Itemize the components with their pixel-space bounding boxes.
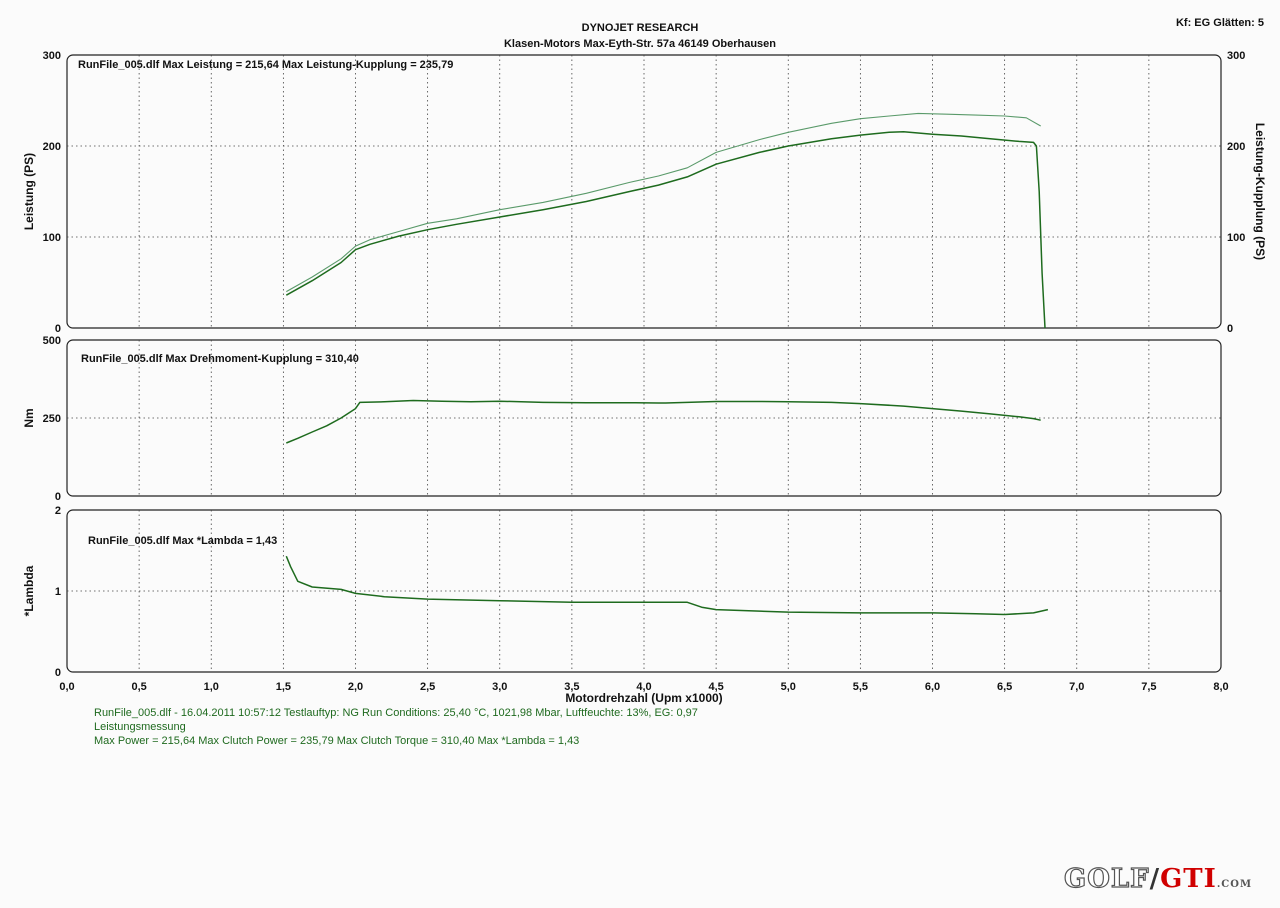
series-line-leistung-kupplung bbox=[286, 112, 1041, 293]
y-tick-label: 0 bbox=[55, 667, 61, 679]
max-value-annotation: RunFile_005.dlf Max Drehmoment-Kupplung … bbox=[81, 353, 359, 365]
x-tick-label: 7,5 bbox=[1141, 681, 1156, 693]
max-value-annotation: RunFile_005.dlf Max Leistung = 215,64 Ma… bbox=[78, 59, 453, 71]
x-tick-label: 6,5 bbox=[997, 681, 1012, 693]
run-conditions: RunFile_005.dlf - 16.04.2011 10:57:12 Te… bbox=[94, 707, 698, 719]
x-tick-label: 8,0 bbox=[1213, 681, 1228, 693]
y-right-tick-label: 200 bbox=[1227, 141, 1245, 153]
x-tick-label: 3,0 bbox=[492, 681, 507, 693]
max-values-summary: Max Power = 215,64 Max Clutch Power = 23… bbox=[94, 735, 580, 747]
measurement-type: Leistungsmessung bbox=[94, 721, 186, 733]
x-axis-label: Motordrehzahl (Upm x1000) bbox=[565, 691, 722, 705]
dyno-sheet: DYNOJET RESEARCH Klasen-Motors Max-Eyth-… bbox=[0, 0, 1280, 908]
x-tick-label: 2,5 bbox=[420, 681, 435, 693]
x-tick-label: 6,0 bbox=[925, 681, 940, 693]
y-right-tick-label: 0 bbox=[1227, 323, 1233, 335]
chart-panel-1 bbox=[66, 54, 1222, 329]
x-tick-label: 0,0 bbox=[59, 681, 74, 693]
series-line-drehmoment-kupplung bbox=[286, 399, 1041, 444]
y-tick-label: 0 bbox=[55, 491, 61, 503]
series-line--lambda bbox=[285, 555, 1049, 616]
y-axis-label: Nm bbox=[22, 408, 36, 427]
y-axis-label: Leistung (PS) bbox=[22, 153, 36, 230]
y-tick-label: 250 bbox=[43, 413, 61, 425]
y-right-tick-label: 300 bbox=[1227, 50, 1245, 62]
y-tick-label: 100 bbox=[43, 232, 61, 244]
x-tick-label: 1,0 bbox=[204, 681, 219, 693]
max-value-annotation: RunFile_005.dlf Max *Lambda = 1,43 bbox=[88, 535, 277, 547]
y-tick-label: 200 bbox=[43, 141, 61, 153]
series-line-leistung bbox=[285, 131, 1046, 329]
y-tick-label: 500 bbox=[43, 335, 61, 347]
y-axis-label-right: Leistung-Kupplung (PS) bbox=[1253, 123, 1267, 260]
x-tick-label: 7,0 bbox=[1069, 681, 1084, 693]
x-tick-label: 5,0 bbox=[781, 681, 796, 693]
y-tick-label: 2 bbox=[55, 505, 61, 517]
y-right-tick-label: 100 bbox=[1227, 232, 1245, 244]
x-tick-label: 5,5 bbox=[853, 681, 868, 693]
y-tick-label: 300 bbox=[43, 50, 61, 62]
x-tick-label: 2,0 bbox=[348, 681, 363, 693]
golfgti-watermark-logo: GOLF/GTI.COM bbox=[1063, 863, 1253, 894]
dyno-charts: 0 0100 100200 200300 300Leistung (PS) Leistun… bbox=[22, 50, 1267, 705]
y-tick-label: 0 bbox=[55, 323, 61, 335]
y-tick-label: 1 bbox=[55, 586, 61, 598]
y-axis-label: *Lambda bbox=[22, 565, 36, 616]
x-tick-label: 1,5 bbox=[276, 681, 291, 693]
x-tick-label: 0,5 bbox=[131, 681, 146, 693]
